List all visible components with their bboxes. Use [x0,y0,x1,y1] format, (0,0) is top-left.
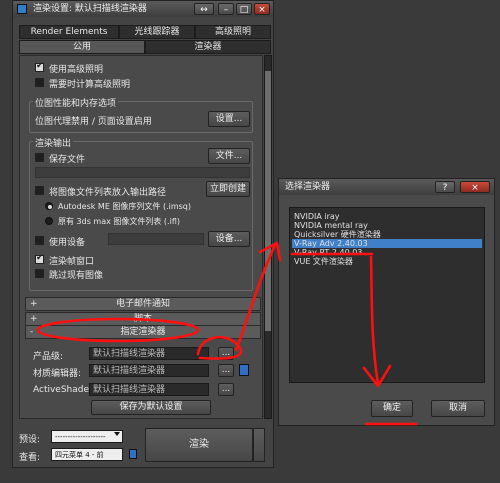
bitmap-options-title: 位图性能和内存选项 [33,96,119,109]
save-file-label: 保存文件 [49,155,86,165]
skip-existing-label: 跳过现有图像 [49,271,104,281]
render-frame-window-checkbox[interactable] [35,253,44,264]
skip-existing-checkbox[interactable] [35,269,44,278]
renderer-item[interactable]: V-Ray RT 2.40.03 [292,248,482,257]
close-button[interactable]: × [254,3,270,15]
production-label: 产品级: [33,352,64,362]
plus-sign: + [30,314,38,324]
maximize-button[interactable]: □ [236,3,252,15]
assign-renderer-rollout[interactable]: - 指定渲染器 [25,325,261,339]
view-dropdown[interactable]: 四元菜单 4 - 前 [51,448,123,461]
output-path-field [35,167,250,178]
render-button[interactable]: 渲染 [145,428,253,462]
app-icon [17,4,27,14]
imsq-label: Autodesk ME 图像序列文件 (.imsq) [58,202,192,211]
ok-button[interactable]: 确定 [371,400,413,417]
render-settings-titlebar[interactable]: 渲染设置: 默认扫描线渲染器 [13,1,273,17]
dialog-close-button[interactable]: × [460,181,490,193]
put-list-label: 将图像文件列表放入输出路径 [49,188,167,198]
email-notification-rollout[interactable]: + 电子邮件通知 [25,297,261,311]
choose-renderer-dialog: 选择渲染器 ? × NVIDIA iray NVIDIA mental ray … [278,178,495,426]
put-list-checkbox[interactable] [35,186,44,195]
activeshade-choose-button[interactable]: ... [218,383,234,396]
tab-advanced-lighting[interactable]: 高级照明 [195,25,271,39]
bitmap-setup-button[interactable]: 设置... [208,111,250,127]
script-label: 脚本 [133,314,152,324]
plus-sign: + [30,299,38,309]
activeshade-label: ActiveShade: [33,385,93,395]
compute-advanced-lighting-label: 需要时计算高级照明 [49,80,131,90]
swap-button[interactable]: ↔ [194,3,214,15]
view-lock-icon[interactable] [129,449,137,459]
renderer-list[interactable]: NVIDIA iray NVIDIA mental ray Quicksilve… [289,207,485,383]
use-device-checkbox[interactable] [35,236,44,245]
ifl-radio[interactable] [45,217,53,225]
production-renderer-field: 默认扫描线渲染器 [89,347,209,360]
files-button[interactable]: 文件... [208,148,250,164]
production-choose-button[interactable]: ... [218,347,234,360]
minus-sign: - [30,327,34,337]
create-now-button[interactable]: 立即创建 [206,181,250,197]
assign-renderer-label: 指定渲染器 [120,327,166,337]
renderer-item[interactable]: NVIDIA iray [292,212,482,221]
script-rollout[interactable]: + 脚本 [25,312,261,326]
render-frame-window-label: 渲染帧窗口 [49,257,95,267]
render-output-title: 渲染输出 [33,136,74,149]
scrollbar-thumb[interactable] [265,71,271,331]
imsq-radio[interactable] [45,202,53,210]
lock-icon[interactable] [239,364,249,376]
renderer-item[interactable]: Quicksilver 硬件渲染器 [292,230,482,239]
devices-button[interactable]: 设备... [208,231,250,247]
material-editor-renderer-field: 默认扫描线渲染器 [89,364,209,377]
device-field [108,233,204,245]
use-device-label: 使用设备 [49,238,86,248]
activeshade-renderer-field: 默认扫描线渲染器 [89,383,209,396]
save-file-checkbox[interactable] [35,153,44,162]
render-dropdown-arrow[interactable] [253,428,265,462]
choose-renderer-title: 选择渲染器 [285,182,331,192]
ifl-label: 原有 3ds max 图像文件列表 (.ifl) [58,217,180,226]
tab-render-elements[interactable]: Render Elements [19,25,119,39]
use-advanced-lighting-checkbox[interactable] [35,61,44,72]
tab-renderer[interactable]: 渲染器 [145,40,271,54]
render-settings-window: 渲染设置: 默认扫描线渲染器 ↔ – □ × Render Elements 光… [12,0,274,468]
preset-dropdown-arrow [114,432,120,436]
minimize-button[interactable]: – [218,3,234,15]
bitmap-proxy-label: 位图代理禁用 / 页面设置启用 [35,117,152,127]
material-editor-choose-button[interactable]: ... [218,364,234,377]
preset-dropdown[interactable]: -------------------- [51,430,123,443]
email-notification-label: 电子邮件通知 [115,299,170,309]
tab-common[interactable]: 公用 [19,40,145,54]
cancel-button[interactable]: 取消 [431,400,485,417]
preset-label: 预设: [19,435,41,445]
render-settings-title: 渲染设置: 默认扫描线渲染器 [33,4,147,14]
renderer-item-selected[interactable]: V-Ray Adv 2.40.03 [292,239,482,248]
tab-raytracer[interactable]: 光线跟踪器 [119,25,195,39]
view-label: 查看: [19,453,41,463]
use-advanced-lighting-label: 使用高级照明 [49,65,104,75]
renderer-item[interactable]: VUE 文件渲染器 [292,257,482,266]
compute-advanced-lighting-checkbox[interactable] [35,78,44,87]
renderer-item[interactable]: NVIDIA mental ray [292,221,482,230]
save-as-defaults-button[interactable]: 保存为默认设置 [91,400,211,415]
help-button[interactable]: ? [435,181,455,193]
material-editor-label: 材质编辑器: [33,369,82,379]
